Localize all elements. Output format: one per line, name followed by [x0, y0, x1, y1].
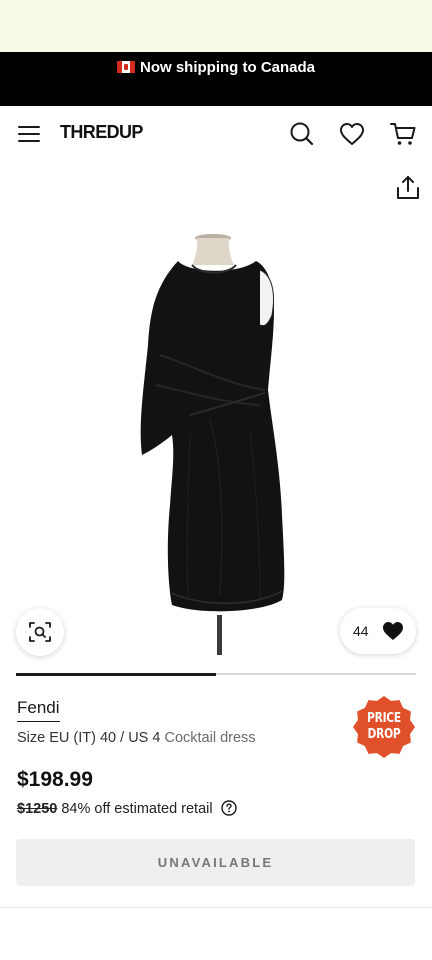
section-divider [0, 907, 432, 908]
discount-text: 84% off estimated retail [61, 801, 213, 817]
search-icon[interactable] [288, 120, 316, 148]
hamburger-menu-icon[interactable] [18, 126, 40, 144]
thredup-logo[interactable]: THREDUP [60, 122, 143, 143]
visual-search-button[interactable] [16, 608, 64, 656]
shopping-cart-icon[interactable] [389, 120, 417, 148]
size-and-category: Size EU (IT) 40 / US 4 Cocktail dress [17, 730, 256, 746]
shipping-banner[interactable]: Now shipping to Canada [0, 52, 432, 106]
favorite-count: 44 [353, 623, 369, 639]
top-status-strip [0, 0, 432, 52]
current-price: $198.99 [17, 768, 93, 791]
favorite-button[interactable]: 44 [340, 608, 416, 654]
category-text[interactable]: Cocktail dress [164, 730, 255, 746]
price-drop-line2: DROP [367, 727, 401, 742]
shipping-banner-text: Now shipping to Canada [140, 59, 315, 76]
site-header: THREDUP [0, 106, 432, 162]
heart-outline-icon[interactable] [338, 120, 366, 148]
price-drop-line1: PRICE [367, 711, 401, 726]
heart-filled-icon [383, 622, 403, 640]
price-drop-text: PRICE DROP [358, 711, 410, 743]
product-image[interactable] [60, 215, 372, 655]
size-text: Size EU (IT) 40 / US 4 [17, 730, 161, 746]
visual-search-icon [29, 622, 51, 642]
unavailable-button[interactable]: UNAVAILABLE [16, 839, 415, 886]
canada-flag-icon [117, 61, 135, 73]
share-icon[interactable] [395, 174, 421, 202]
price-drop-badge: PRICE DROP [352, 695, 416, 759]
brand-link[interactable]: Fendi [17, 698, 60, 722]
retail-price-line: $1250 84% off estimated retail [17, 800, 237, 817]
image-carousel-progress [16, 672, 416, 676]
original-retail-price: $1250 [17, 801, 58, 817]
image-carousel-progress-fill [16, 672, 216, 676]
question-circle-icon[interactable] [220, 800, 237, 816]
